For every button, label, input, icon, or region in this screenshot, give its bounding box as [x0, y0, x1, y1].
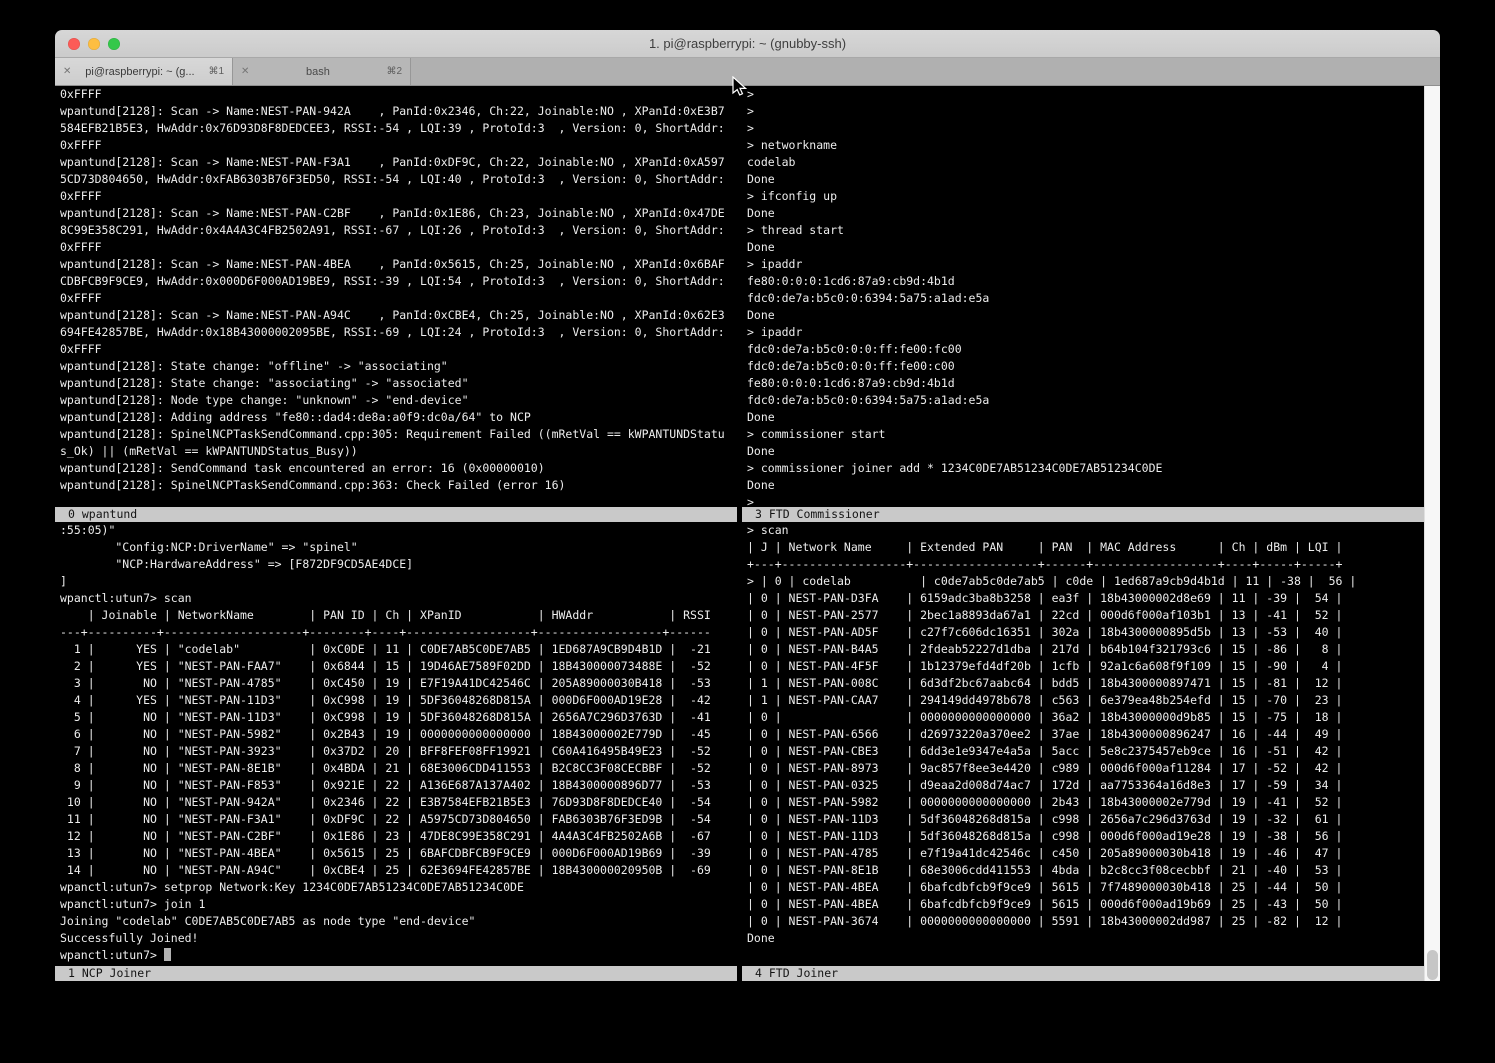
scrollbar[interactable]: [1424, 86, 1440, 981]
tab-bash[interactable]: ✕ bash ⌘2: [233, 58, 411, 85]
window-title: 1. pi@raspberrypi: ~ (gnubby-ssh): [649, 36, 846, 51]
tab-shortcut: ⌘1: [208, 66, 224, 77]
tab-ssh-session[interactable]: ✕ pi@raspberrypi: ~ (g... ⌘1: [55, 58, 233, 85]
right-pane-column: > > > > networkname codelab Done > ifcon…: [742, 86, 1424, 981]
left-pane-column: 0xFFFF wpantund[2128]: Scan -> Name:NEST…: [55, 86, 737, 981]
terminal-content: 0xFFFF wpantund[2128]: Scan -> Name:NEST…: [55, 86, 1440, 981]
pane-wpantund-log[interactable]: 0xFFFF wpantund[2128]: Scan -> Name:NEST…: [55, 86, 737, 507]
tab-label: bash: [255, 66, 380, 78]
pane-status-ncp-joiner: 1 NCP Joiner: [55, 966, 737, 981]
traffic-lights: [68, 30, 120, 57]
pane-ftd-joiner[interactable]: > scan | J | Network Name | Extended PAN…: [742, 522, 1424, 966]
pane-status-wpantund: 0 wpantund: [55, 507, 737, 522]
tab-shortcut: ⌘2: [386, 66, 402, 77]
pane-ftd-commissioner[interactable]: > > > > networkname codelab Done > ifcon…: [742, 86, 1424, 507]
window-titlebar[interactable]: 1. pi@raspberrypi: ~ (gnubby-ssh): [55, 30, 1440, 58]
terminal-cursor: [164, 948, 171, 961]
pane-ncp-joiner[interactable]: :55:05)" "Config:NCP:DriverName" => "spi…: [55, 522, 737, 966]
tab-close-icon[interactable]: ✕: [63, 66, 71, 77]
shell-prompt: wpanctl:utun7>: [60, 948, 157, 962]
close-window-button[interactable]: [68, 38, 80, 50]
scrollbar-thumb[interactable]: [1427, 950, 1438, 980]
pane-ncp-joiner-output[interactable]: :55:05)" "Config:NCP:DriverName" => "spi…: [55, 522, 737, 947]
minimize-window-button[interactable]: [88, 38, 100, 50]
tab-label: pi@raspberrypi: ~ (g...: [77, 66, 202, 78]
pane-status-ftd-commissioner: 3 FTD Commissioner: [742, 507, 1424, 522]
terminal-window: 1. pi@raspberrypi: ~ (gnubby-ssh) ✕ pi@r…: [55, 30, 1440, 985]
shell-prompt-line[interactable]: wpanctl:utun7>: [55, 947, 737, 964]
pane-status-ftd-joiner: 4 FTD Joiner: [742, 966, 1424, 981]
zoom-window-button[interactable]: [108, 38, 120, 50]
tab-bar-empty-space: [411, 58, 1440, 85]
mouse-cursor: [732, 76, 748, 98]
tab-close-icon[interactable]: ✕: [241, 66, 249, 77]
